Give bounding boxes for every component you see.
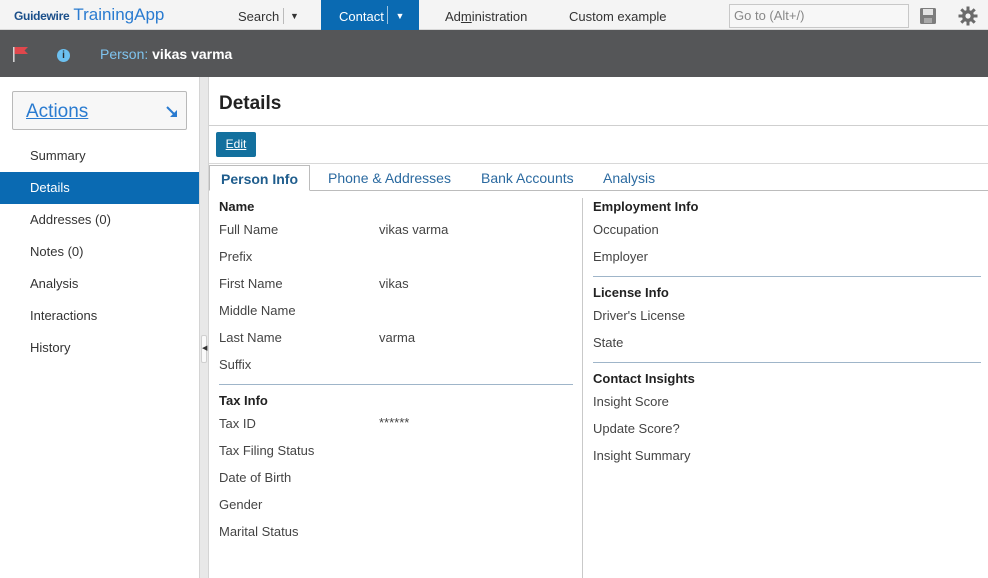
title-divider	[209, 125, 988, 126]
section-divider	[593, 362, 981, 363]
tax-id-label: Tax ID	[219, 416, 256, 431]
nav-search-tab[interactable]: Search	[238, 0, 279, 30]
collapse-sidebar-icon[interactable]: ◀	[201, 335, 207, 363]
edit-button[interactable]: Edit	[216, 132, 256, 157]
first-name-value: vikas	[379, 276, 409, 291]
sidebar-item-summary[interactable]: Summary	[0, 140, 199, 172]
save-icon[interactable]	[919, 7, 937, 25]
edit-button-label: Edit	[225, 137, 247, 151]
nav-admin-pre: Ad	[445, 9, 461, 24]
full-name-label: Full Name	[219, 222, 279, 237]
nav-custom-example-tab[interactable]: Custom example	[569, 0, 667, 30]
toolbar-divider	[209, 163, 988, 164]
person-name: vikas varma	[152, 46, 233, 62]
sidebar-item-analysis[interactable]: Analysis	[0, 268, 199, 300]
gender-label: Gender	[219, 497, 263, 512]
brand-name: Guidewire	[14, 9, 70, 23]
top-nav-bar: Guidewire TrainingApp Search ▼ Contact ▼ …	[0, 0, 988, 30]
actions-button[interactable]: Actions	[12, 91, 187, 130]
full-name-value: vikas varma	[379, 222, 449, 237]
occupation-label: Occupation	[593, 222, 659, 237]
info-icon[interactable]: i	[57, 49, 70, 62]
person-title: Person: vikas varma	[100, 46, 232, 62]
gear-icon[interactable]	[958, 6, 978, 26]
section-employment-info-header: Employment Info	[593, 199, 699, 214]
suffix-label: Suffix	[219, 357, 252, 372]
last-name-label: Last Name	[219, 330, 282, 345]
flag-icon[interactable]	[12, 46, 30, 62]
update-score-label: Update Score?	[593, 421, 680, 436]
nav-contact-separator	[387, 6, 388, 24]
nav-contact-dropdown-icon[interactable]: ▼	[393, 0, 407, 32]
sidebar-item-notes[interactable]: Notes (0)	[0, 236, 199, 268]
tab-phone-addresses[interactable]: Phone & Addresses	[328, 165, 451, 191]
goto-input[interactable]: Go to (Alt+/)	[729, 4, 909, 28]
sidebar-item-interactions[interactable]: Interactions	[0, 300, 199, 332]
middle-name-label: Middle Name	[219, 303, 296, 318]
page-title: Details	[219, 93, 282, 114]
marital-status-label: Marital Status	[219, 524, 299, 539]
state-label: State	[593, 335, 624, 350]
drivers-license-label: Driver's License	[593, 308, 686, 323]
nav-admin-post: inistration	[471, 9, 528, 24]
main-content: Details Edit Person Info Phone & Address…	[209, 77, 988, 578]
nav-contact-tab[interactable]: Contact ▼	[321, 0, 419, 30]
section-divider	[219, 384, 573, 385]
arrow-down-right-icon	[166, 106, 177, 117]
person-prefix: Person:	[100, 46, 149, 62]
insight-summary-label: Insight Summary	[593, 448, 691, 463]
section-divider	[593, 276, 981, 277]
sidebar-splitter[interactable]: ◀	[199, 77, 209, 578]
tab-person-info[interactable]: Person Info	[209, 165, 311, 191]
employer-label: Employer	[593, 249, 648, 264]
sidebar-item-details[interactable]: Details	[0, 172, 199, 204]
nav-administration-tab[interactable]: Administration	[445, 0, 527, 30]
section-contact-insights-header: Contact Insights	[593, 371, 695, 386]
column-divider	[582, 198, 583, 578]
section-name-header: Name	[219, 199, 255, 214]
nav-admin-accesskey: m	[460, 9, 472, 24]
tab-analysis[interactable]: Analysis	[603, 165, 655, 191]
actions-label: Actions	[26, 101, 89, 122]
first-name-label: First Name	[219, 276, 283, 291]
last-name-value: varma	[379, 330, 416, 345]
entity-info-bar: i Person: vikas varma	[0, 30, 988, 77]
nav-contact-label: Contact	[339, 9, 384, 24]
insight-score-label: Insight Score	[593, 394, 669, 409]
tabs-underline	[209, 190, 988, 191]
prefix-label: Prefix	[219, 249, 253, 264]
app-name: TrainingApp	[73, 5, 165, 24]
tab-bank-accounts[interactable]: Bank Accounts	[481, 165, 574, 191]
sidebar-item-history[interactable]: History	[0, 332, 199, 364]
date-of-birth-label: Date of Birth	[219, 470, 292, 485]
tax-id-value: ******	[379, 415, 410, 430]
tax-filing-status-label: Tax Filing Status	[219, 443, 315, 458]
section-license-info-header: License Info	[593, 285, 669, 300]
sidebar: Actions Summary Details Addresses (0) No…	[0, 77, 199, 578]
section-tax-info-header: Tax Info	[219, 393, 268, 408]
sidebar-item-addresses[interactable]: Addresses (0)	[0, 204, 199, 236]
nav-search-dropdown-icon[interactable]: ▼	[283, 8, 305, 24]
app-logo[interactable]: Guidewire TrainingApp	[14, 5, 164, 25]
